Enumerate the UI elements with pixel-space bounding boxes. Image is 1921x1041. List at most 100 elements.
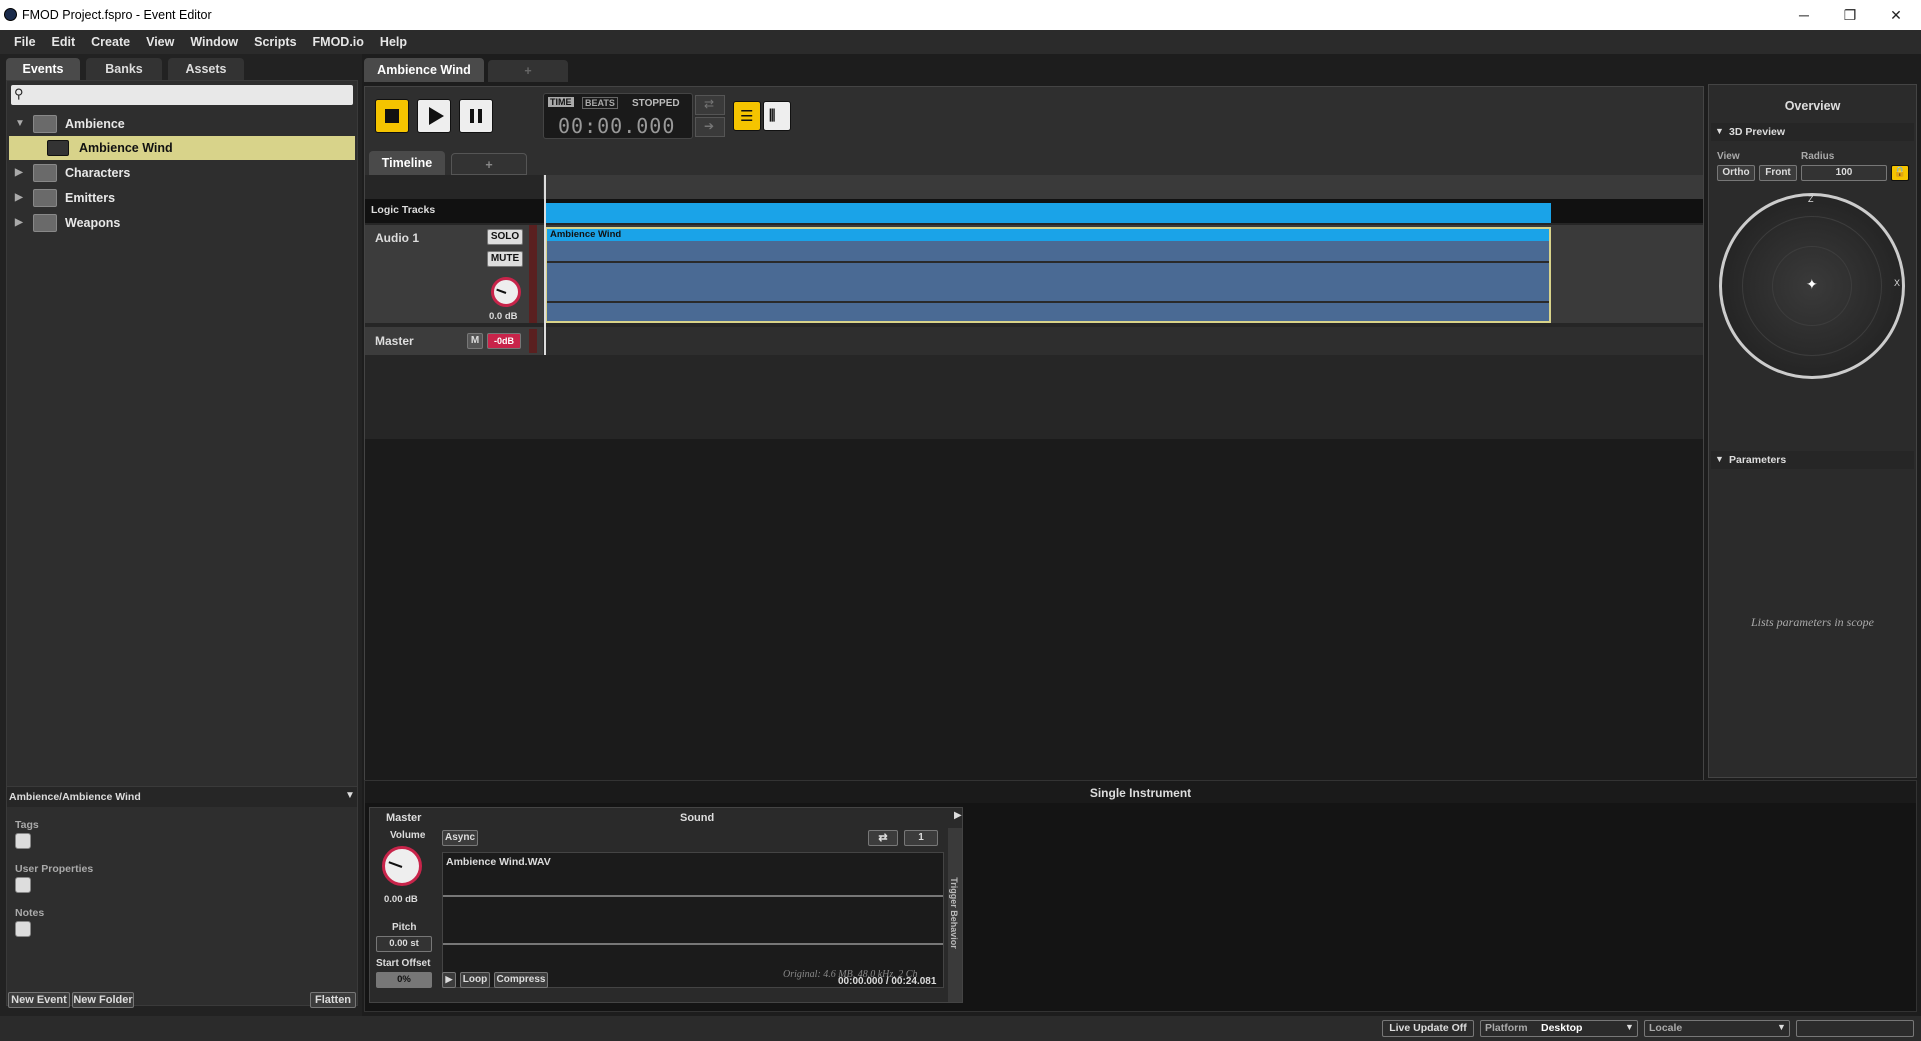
radius-input[interactable]: 100 — [1801, 165, 1887, 181]
waveform — [547, 261, 1549, 263]
master-mute-button[interactable]: M — [467, 333, 483, 349]
preview-play-button[interactable]: ▶ — [442, 972, 456, 988]
start-offset-input[interactable]: 0% — [376, 972, 432, 988]
cpu-meter — [1796, 1020, 1914, 1037]
dropdown-arrow-icon: ▼ — [1777, 1022, 1786, 1032]
sound-label: Sound — [680, 812, 715, 824]
front-button[interactable]: Front — [1759, 165, 1797, 181]
loop-mode-button[interactable]: ⇄ — [868, 830, 898, 846]
listener-icon[interactable]: ✦ — [1806, 276, 1818, 293]
waveform-view[interactable]: Ambience Wind.WAV Original: 4.6 MB, 48.0… — [442, 852, 944, 988]
menu-create[interactable]: Create — [83, 30, 138, 54]
timeline: 0:000:020:040:060:080:100:120:140:160:18… — [365, 175, 1703, 439]
compress-button[interactable]: Compress — [494, 972, 548, 988]
maximize-button[interactable]: ❐ — [1827, 0, 1873, 30]
expand-arrow-icon[interactable]: ▶ — [15, 161, 23, 185]
menu-fmodio[interactable]: FMOD.io — [305, 30, 372, 54]
locale-select[interactable]: Locale ▼ — [1644, 1020, 1790, 1037]
notes-field[interactable] — [15, 921, 31, 937]
x-axis-label: X — [1894, 278, 1901, 288]
mute-button[interactable]: MUTE — [487, 251, 523, 267]
event-properties: Ambience/Ambience Wind ▼ Tags User Prope… — [6, 786, 358, 1006]
parameters-header[interactable]: ▼ Parameters — [1711, 451, 1914, 469]
platform-select[interactable]: Platform Desktop ▼ — [1480, 1020, 1638, 1037]
expand-arrow-icon[interactable]: ▶ — [15, 211, 23, 235]
ortho-button[interactable]: Ortho — [1717, 165, 1755, 181]
menu-scripts[interactable]: Scripts — [246, 30, 304, 54]
instrument-ambience-wind[interactable]: Ambience Wind — [545, 227, 1551, 323]
master-label: Master — [386, 812, 422, 824]
tab-assets[interactable]: Assets — [168, 58, 244, 80]
volume-value: 0.00 dB — [384, 894, 418, 905]
master-track-name: Master — [375, 334, 414, 348]
tree-item-ambience-wind[interactable]: Ambience Wind — [9, 136, 355, 160]
folder-icon — [33, 115, 57, 133]
track-name[interactable]: Audio 1 — [375, 231, 419, 245]
tree-item-weapons[interactable]: ▶ Weapons — [13, 211, 363, 235]
menu-file[interactable]: File — [6, 30, 44, 54]
menu-view[interactable]: View — [138, 30, 182, 54]
track-volume-value: 0.0 dB — [489, 311, 518, 322]
browser-panel: Events Banks Assets ⚲ ▼ Ambience Ambienc… — [0, 54, 362, 1041]
tags-field[interactable] — [15, 833, 31, 849]
playhead[interactable] — [544, 175, 546, 355]
live-update-button[interactable]: Live Update Off — [1382, 1020, 1474, 1037]
close-button[interactable]: ✕ — [1873, 0, 1919, 30]
expand-arrow-icon[interactable]: ▶ — [15, 186, 23, 210]
trigger-behavior-tab[interactable]: Trigger Behavior — [948, 828, 962, 1002]
expand-arrow-icon[interactable]: ▶ — [954, 810, 962, 821]
loop-button[interactable]: Loop — [460, 972, 490, 988]
z-axis-label: Z — [1808, 194, 1814, 204]
audio-file-name: Ambience Wind.WAV — [446, 856, 551, 868]
waveform — [443, 895, 943, 897]
flatten-button[interactable]: Flatten — [310, 992, 356, 1008]
event-area: TIME BEATS STOPPED 00:00.000 ⇄ ➔ ☰ ⫼ Tim… — [364, 86, 1704, 788]
loop-icon: ⇄ — [878, 832, 888, 844]
new-folder-button[interactable]: New Folder — [72, 992, 134, 1008]
audio-track-header: Audio 1 SOLO MUTE 0.0 dB — [365, 225, 543, 323]
add-event-tab-button[interactable]: + — [488, 60, 568, 82]
async-button[interactable]: Async — [442, 830, 478, 846]
minimize-button[interactable]: ─ — [1781, 0, 1827, 30]
fmod-logo-icon — [4, 8, 17, 21]
deck-title: Single Instrument — [1089, 786, 1192, 800]
master-volume-slider[interactable]: -0dB — [487, 333, 521, 349]
collapse-arrow-icon[interactable]: ▼ — [345, 790, 355, 801]
folder-icon — [33, 214, 57, 232]
pitch-input[interactable]: 0.00 st — [376, 936, 432, 952]
tab-events[interactable]: Events — [6, 58, 80, 80]
path-header: Ambience/Ambience Wind ▼ — [7, 787, 357, 807]
search-input[interactable]: ⚲ — [11, 85, 353, 105]
event-icon — [47, 140, 69, 156]
menu-edit[interactable]: Edit — [44, 30, 84, 54]
menu-window[interactable]: Window — [182, 30, 246, 54]
volume-knob[interactable] — [382, 846, 422, 886]
3d-preview-header[interactable]: ▼ 3D Preview — [1711, 123, 1914, 141]
menu-bar: File Edit Create View Window Scripts FMOD.io He… — [0, 30, 1921, 54]
window-title: FMOD Project.fspro - Event Editor — [22, 8, 212, 22]
overview-panel: Overview ▼ 3D Preview View Radius Ortho … — [1708, 84, 1917, 778]
folder-icon — [33, 164, 57, 182]
lock-button[interactable]: 🔒 — [1891, 165, 1909, 181]
user-properties-field[interactable] — [15, 877, 31, 893]
track-volume-knob[interactable] — [491, 277, 521, 307]
tree-item-ambience[interactable]: ▼ Ambience — [13, 112, 363, 136]
tab-ambience-wind[interactable]: Ambience Wind — [364, 58, 484, 82]
menu-help[interactable]: Help — [372, 30, 415, 54]
solo-button[interactable]: SOLO — [487, 229, 523, 245]
playback-position: 00:00.000 / 00:24.081 — [838, 976, 937, 987]
track-meter — [529, 225, 537, 323]
tree-item-emitters[interactable]: ▶ Emitters — [13, 186, 363, 210]
play-count-input[interactable]: 1 — [904, 830, 938, 846]
title-bar: FMOD Project.fspro - Event Editor ─ ❐ ✕ — [0, 0, 1921, 30]
deck-panel: Single Instrument Master Sound ▶ Volume … — [364, 780, 1917, 1012]
3d-preview-sphere[interactable]: Z X ✦ — [1719, 193, 1905, 379]
tree-item-characters[interactable]: ▶ Characters — [13, 161, 363, 185]
new-event-button[interactable]: New Event — [8, 992, 70, 1008]
event-tree: ⚲ ▼ Ambience Ambience Wind ▶ Characters … — [6, 80, 358, 837]
expand-arrow-icon[interactable]: ▼ — [15, 112, 25, 136]
master-track-header: Master M -0dB — [365, 327, 543, 355]
dropdown-arrow-icon: ▼ — [1625, 1022, 1634, 1032]
timeline-region[interactable] — [545, 203, 1551, 223]
tab-banks[interactable]: Banks — [86, 58, 162, 80]
